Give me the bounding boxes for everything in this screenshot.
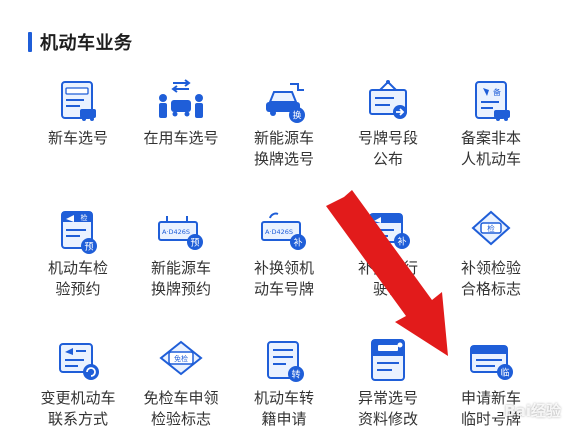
record-badge-text: 备 bbox=[493, 87, 501, 97]
service-label: 新能源车 换牌预约 bbox=[150, 259, 211, 298]
watermark: Bai经验 bbox=[486, 400, 561, 421]
plate-booking-icon: A·D426S 预 bbox=[158, 216, 203, 250]
service-label: 变更机动车 联系方式 bbox=[40, 389, 116, 428]
people-car-icon bbox=[159, 79, 203, 118]
abnormal-edit-icon bbox=[371, 339, 405, 381]
service-label: 补领检验 合格标志 bbox=[460, 259, 521, 298]
service-label: 免检车申领 检验标志 bbox=[143, 389, 219, 428]
service-abnormal-edit[interactable]: 异常选号 资料修改 bbox=[333, 338, 443, 448]
service-temp-plate[interactable]: 临 申请新车 临时号牌 bbox=[436, 338, 546, 448]
plate-replace-icon: A·D426S 补 bbox=[261, 212, 306, 250]
inspection-mark-icon: 检 bbox=[471, 210, 511, 246]
service-label: 在用车选号 bbox=[143, 129, 219, 147]
registration-doc-icon: 备 bbox=[475, 81, 510, 121]
booking-badge-text: 预 bbox=[190, 238, 199, 249]
service-label: 补换领行 驶证 bbox=[357, 259, 418, 298]
watermark-text: Bai经验 bbox=[504, 402, 561, 420]
service-used-car-plate[interactable]: 在用车选号 bbox=[126, 78, 236, 188]
exempt-mark-icon: 免检 bbox=[159, 340, 203, 376]
ev-plug-car-icon: 换 bbox=[266, 83, 305, 123]
service-label: 备案非本 人机动车 bbox=[460, 129, 521, 168]
service-exempt-mark[interactable]: 免检 免检车申领 检验标志 bbox=[126, 338, 236, 448]
paw-icon bbox=[488, 403, 501, 417]
service-replace-plate[interactable]: A·D426S 补 补换领机 动车号牌 bbox=[229, 208, 339, 318]
service-transfer[interactable]: 转 机动车转 籍申请 bbox=[229, 338, 339, 448]
plate-number-text: A·D426S bbox=[162, 228, 190, 236]
service-inspection-booking[interactable]: 检 预 机动车检 验预约 bbox=[23, 208, 133, 318]
swap-badge-text: 换 bbox=[292, 110, 301, 122]
service-nev-plate-booking[interactable]: A·D426S 预 新能源车 换牌预约 bbox=[126, 208, 236, 318]
transfer-badge-text: 转 bbox=[291, 369, 300, 381]
service-plate-segment[interactable]: 号牌号段 公布 bbox=[333, 78, 443, 188]
service-new-car-plate[interactable]: 新车选号 bbox=[23, 78, 133, 188]
service-nev-plate-change[interactable]: 换 新能源车 换牌选号 bbox=[229, 78, 339, 188]
transfer-doc-icon: 转 bbox=[267, 341, 304, 382]
temp-badge-text: 临 bbox=[500, 367, 509, 379]
service-label: 新能源车 换牌选号 bbox=[253, 129, 314, 168]
sign-board-icon bbox=[369, 80, 407, 119]
service-label: 机动车转 籍申请 bbox=[253, 389, 314, 428]
plate-number-text: A·D426S bbox=[265, 228, 293, 236]
service-replace-license[interactable]: 补 补换领行 驶证 bbox=[333, 208, 443, 318]
replace-badge-text: 补 bbox=[293, 237, 302, 249]
replace-badge-text: 补 bbox=[397, 236, 406, 248]
service-label: 号牌号段 公布 bbox=[357, 129, 418, 168]
contact-change-icon bbox=[59, 343, 99, 380]
service-label: 异常选号 资料修改 bbox=[357, 389, 418, 428]
license-replace-icon: 补 bbox=[369, 213, 410, 249]
service-label: 机动车检 验预约 bbox=[47, 259, 108, 298]
inspection-doc-icon: 检 预 bbox=[61, 211, 97, 254]
exempt-badge-text: 免检 bbox=[174, 354, 188, 363]
service-replace-inspection-mark[interactable]: 检 补领检验 合格标志 bbox=[436, 208, 546, 318]
service-label: 新车选号 bbox=[47, 129, 108, 147]
inspect-badge-text: 检 bbox=[487, 223, 495, 233]
booking-badge-text: 预 bbox=[84, 242, 93, 253]
service-register-non-owner[interactable]: 备 备案非本 人机动车 bbox=[436, 78, 546, 188]
new-car-plate-icon bbox=[61, 81, 96, 121]
temp-plate-icon: 临 bbox=[470, 345, 513, 380]
service-grid: 新车选号 在用车选号 换 新能源车 换牌选号 号牌号段 公布 备 备案非本 人机… bbox=[0, 0, 567, 431]
service-label: 补换领机 动车号牌 bbox=[253, 259, 314, 298]
service-change-contact[interactable]: 变更机动车 联系方式 bbox=[23, 338, 133, 448]
inspect-badge-text: 检 bbox=[81, 213, 88, 222]
